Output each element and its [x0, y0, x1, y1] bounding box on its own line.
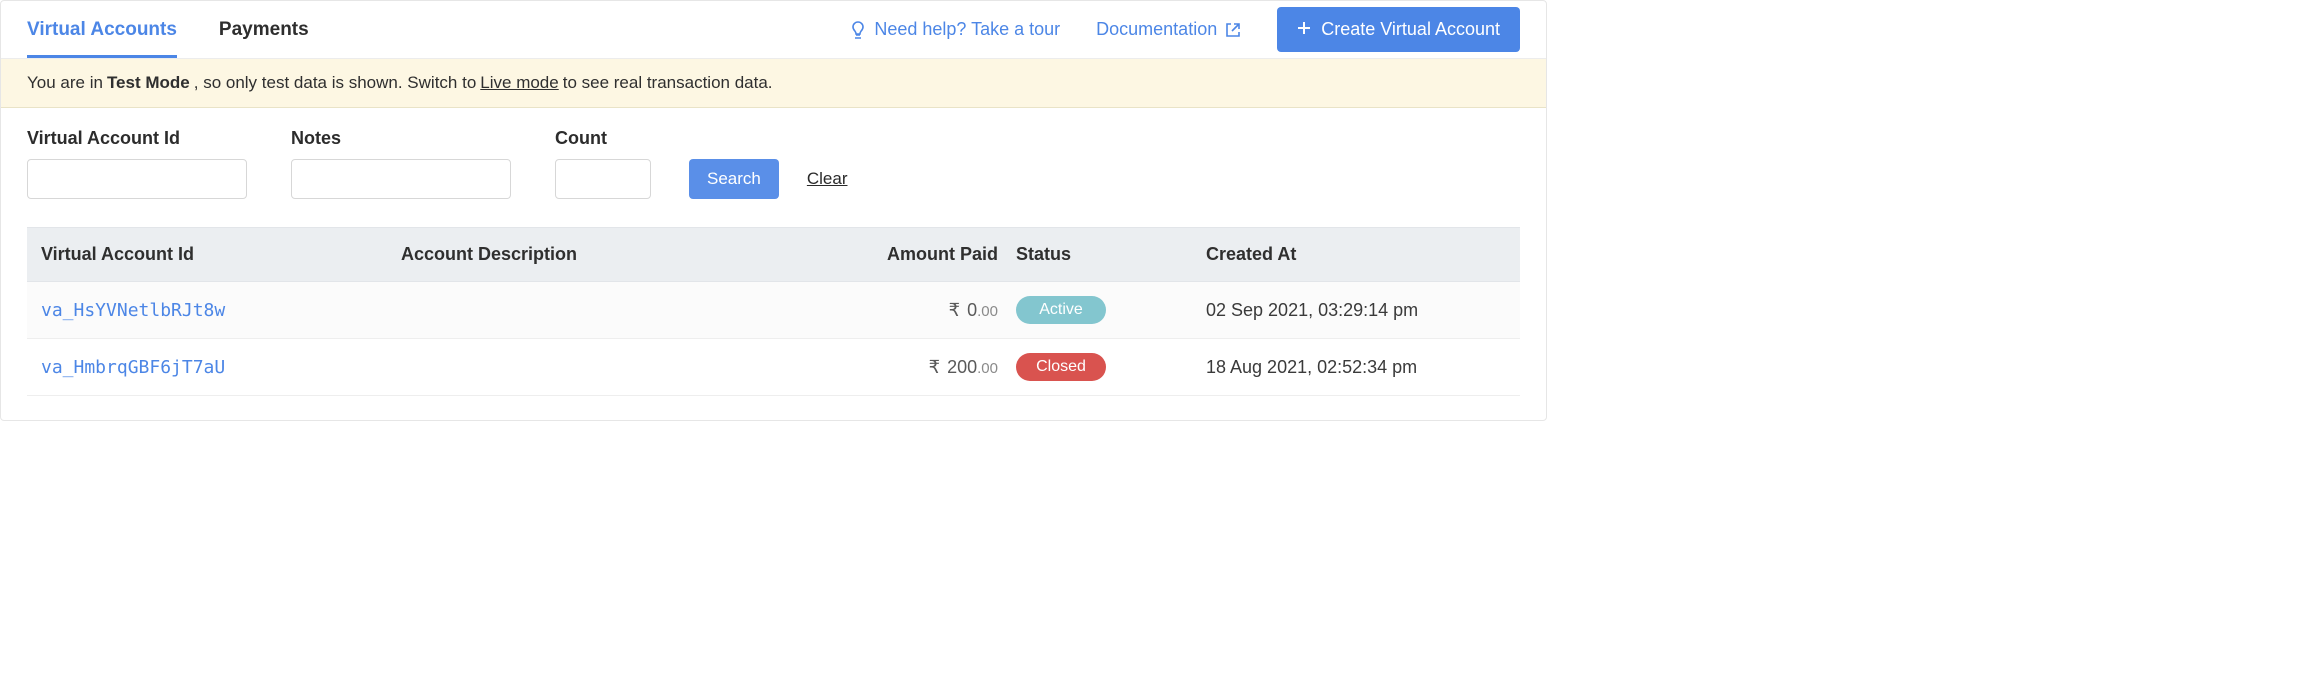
table-row: va_HsYVNetlbRJt8w ₹ 0.00Active 02 Sep 2021… [27, 282, 1520, 339]
tab-label: Virtual Accounts [27, 19, 177, 41]
virtual-accounts-table: Virtual Account Id Account Description A… [27, 227, 1520, 396]
banner-text-2: , so only test data is shown. Switch to [194, 73, 477, 93]
amount-paid: ₹ 200.00 [836, 357, 1016, 378]
banner-mode: Test Mode [107, 73, 190, 93]
notes-input[interactable] [291, 159, 511, 199]
amount-paid: ₹ 0.00 [836, 300, 1016, 321]
tab-payments[interactable]: Payments [219, 1, 309, 58]
clear-link[interactable]: Clear [807, 169, 848, 189]
filter-actions: Search Clear [689, 159, 848, 199]
create-label: Create Virtual Account [1321, 19, 1500, 40]
status-cell: Active [1016, 296, 1206, 324]
col-amount-paid: Amount Paid [836, 244, 1016, 265]
col-status: Status [1016, 244, 1206, 265]
top-bar: Virtual Accounts Payments Need help? Tak… [1, 1, 1546, 59]
created-at: 02 Sep 2021, 03:29:14 pm [1206, 300, 1506, 321]
search-button[interactable]: Search [689, 159, 779, 199]
tabs: Virtual Accounts Payments [27, 1, 309, 58]
col-virtual-account-id: Virtual Account Id [41, 244, 401, 265]
filter-label: Count [555, 128, 651, 149]
top-right: Need help? Take a tour Documentation Cre… [850, 7, 1520, 52]
filter-label: Virtual Account Id [27, 128, 247, 149]
virtual-account-id-link[interactable]: va_HsYVNetlbRJt8w [41, 300, 225, 321]
tab-virtual-accounts[interactable]: Virtual Accounts [27, 1, 177, 58]
col-created-at: Created At [1206, 244, 1506, 265]
help-label: Need help? Take a tour [874, 19, 1060, 40]
status-badge: Active [1016, 296, 1106, 324]
filter-virtual-account-id: Virtual Account Id [27, 128, 247, 199]
lightbulb-icon [850, 20, 866, 40]
banner-text-3: to see real transaction data. [563, 73, 773, 93]
documentation-link[interactable]: Documentation [1096, 19, 1241, 40]
filter-notes: Notes [291, 128, 511, 199]
banner-text-1: You are in [27, 73, 103, 93]
col-account-description: Account Description [401, 244, 836, 265]
tab-label: Payments [219, 19, 309, 41]
status-cell: Closed [1016, 353, 1206, 381]
filter-label: Notes [291, 128, 511, 149]
table-body: va_HsYVNetlbRJt8w ₹ 0.00Active 02 Sep 2021… [27, 282, 1520, 396]
create-virtual-account-button[interactable]: Create Virtual Account [1277, 7, 1520, 52]
test-mode-banner: You are in Test Mode , so only test data… [1, 59, 1546, 108]
table-header: Virtual Account Id Account Description A… [27, 227, 1520, 282]
virtual-accounts-page: Virtual Accounts Payments Need help? Tak… [0, 0, 1547, 421]
created-at: 18 Aug 2021, 02:52:34 pm [1206, 357, 1506, 378]
virtual-account-id-link[interactable]: va_HmbrqGBF6jT7aU [41, 357, 225, 378]
plus-icon [1297, 19, 1311, 40]
filters: Virtual Account Id Notes Count Search Cl… [1, 108, 1546, 227]
table-row: va_HmbrqGBF6jT7aU ₹ 200.00Closed 18 Aug 20… [27, 339, 1520, 396]
live-mode-link[interactable]: Live mode [480, 73, 558, 93]
docs-label: Documentation [1096, 19, 1217, 40]
help-link[interactable]: Need help? Take a tour [850, 19, 1060, 40]
virtual-account-id-input[interactable] [27, 159, 247, 199]
count-input[interactable] [555, 159, 651, 199]
status-badge: Closed [1016, 353, 1106, 381]
filter-count: Count [555, 128, 651, 199]
external-link-icon [1225, 22, 1241, 38]
